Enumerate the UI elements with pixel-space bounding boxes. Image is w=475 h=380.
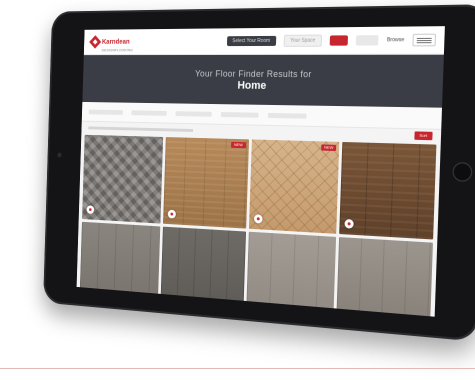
nav-grey-button[interactable] (356, 35, 379, 46)
results-hero: Your Floor Finder Results for Home (82, 54, 444, 108)
product-tile[interactable] (245, 231, 337, 317)
product-grid: NEW NEW (77, 133, 441, 317)
filter-chip[interactable] (175, 110, 212, 117)
product-tile[interactable] (339, 141, 437, 240)
favorite-icon[interactable] (253, 214, 263, 224)
nav-select-room[interactable]: Select Your Room (226, 35, 276, 47)
product-tile[interactable]: NEW (248, 139, 340, 234)
home-button[interactable] (452, 162, 473, 182)
product-tile[interactable]: NEW (162, 137, 249, 229)
favorite-icon[interactable] (167, 209, 176, 219)
hero-room: Home (237, 79, 267, 92)
logo-diamond-icon (89, 35, 102, 49)
sort-button[interactable]: Sort (413, 131, 433, 141)
favorite-icon[interactable] (86, 205, 95, 215)
new-badge: NEW (231, 141, 246, 149)
product-tile[interactable] (159, 226, 246, 317)
hamburger-menu-icon[interactable] (412, 33, 437, 47)
floor-divider (0, 368, 475, 369)
filter-chip[interactable] (267, 112, 307, 119)
nav-browse[interactable]: Browse (387, 37, 405, 43)
product-tile[interactable] (79, 221, 161, 313)
favorite-icon[interactable] (344, 218, 355, 229)
tablet-bezel: Karndean DESIGNFLOORING Select Your Room… (43, 4, 475, 342)
product-tile[interactable] (82, 134, 163, 224)
nav-your-space[interactable]: Your Space (283, 34, 323, 47)
new-badge: NEW (321, 144, 337, 152)
tablet-device: Karndean DESIGNFLOORING Select Your Room… (43, 4, 475, 342)
brand-logo[interactable]: Karndean DESIGNFLOORING (89, 31, 134, 52)
filter-chip[interactable] (220, 111, 259, 118)
camera-icon (57, 152, 62, 158)
nav-red-button[interactable] (329, 35, 349, 46)
logo-subtext: DESIGNFLOORING (101, 47, 133, 53)
top-navigation: Karndean DESIGNFLOORING Select Your Room… (83, 26, 445, 56)
tablet-screen: Karndean DESIGNFLOORING Select Your Room… (76, 26, 445, 317)
filter-chip[interactable] (131, 109, 167, 116)
logo-text: Karndean (101, 38, 130, 46)
filter-chip[interactable] (88, 109, 123, 115)
product-tile[interactable] (336, 237, 433, 317)
logo-wordmark: Karndean DESIGNFLOORING (102, 31, 134, 52)
results-count (88, 125, 194, 132)
